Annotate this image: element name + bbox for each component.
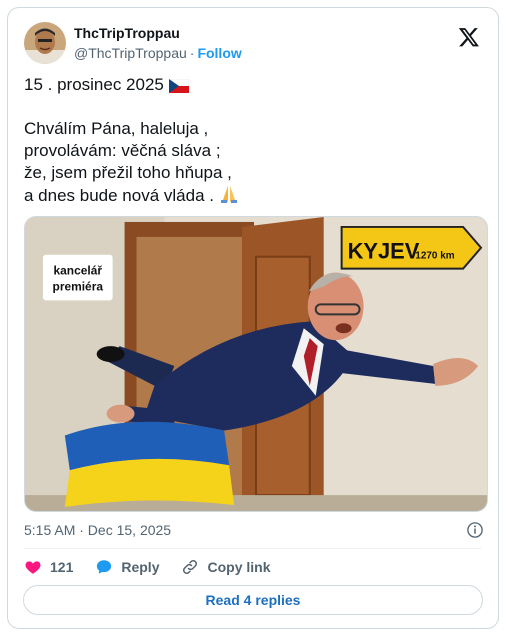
reply-bubble-icon xyxy=(97,560,112,574)
link-icon xyxy=(183,559,198,575)
user-handle[interactable]: @ThcTripTroppau xyxy=(74,45,187,61)
tweet-line-5: a dnes bude nová vláda . xyxy=(24,186,214,205)
read-replies-button[interactable]: Read 4 replies xyxy=(23,585,483,615)
tweet-header: ThcTripTroppau @ThcTripTroppau · Follow xyxy=(24,22,482,66)
copy-link-label: Copy link xyxy=(207,559,271,575)
tweet-card: ThcTripTroppau @ThcTripTroppau · Follow 15… xyxy=(7,7,499,629)
office-sign-line1: kancelář xyxy=(54,264,103,278)
author-names: ThcTripTroppau @ThcTripTroppau · Follow xyxy=(74,24,242,62)
tweet-text: 15 . prosinec 2025 Chválím Pána, haleluj… xyxy=(24,74,484,207)
tweet-image[interactable]: kancelář premiéra KYJEV 1270 km xyxy=(24,216,488,512)
tweet-timestamp[interactable]: 5:15 AM · Dec 15, 2025 xyxy=(24,520,171,540)
office-sign-line2: premiéra xyxy=(53,280,104,294)
tweet-line-3: provolávám: věčná sláva ; xyxy=(24,141,221,160)
separator-dot: · xyxy=(189,45,195,61)
handle-row: @ThcTripTroppau · Follow xyxy=(74,44,242,62)
reply-label: Reply xyxy=(121,559,160,575)
like-button[interactable]: 121 xyxy=(24,558,73,576)
x-logo-icon[interactable] xyxy=(458,26,480,48)
copy-link-button[interactable]: Copy link xyxy=(181,558,271,576)
tweet-date-line: 15 . prosinec 2025 xyxy=(24,75,164,94)
praying-hands-icon xyxy=(220,186,237,203)
divider xyxy=(24,548,482,549)
action-bar: 121 Reply Copy link xyxy=(24,556,293,578)
tweet-line-2: Chválím Pána, haleluja , xyxy=(24,119,209,138)
reply-button[interactable]: Reply xyxy=(95,558,159,576)
tweet-line-4: že, jsem přežil toho hňupa , xyxy=(24,163,232,182)
kyjev-sign-distance: 1270 km xyxy=(415,251,454,262)
display-name[interactable]: ThcTripTroppau xyxy=(74,24,242,42)
follow-button[interactable]: Follow xyxy=(197,45,241,61)
kyjev-sign-text: KYJEV xyxy=(348,239,420,264)
like-count: 121 xyxy=(50,559,74,575)
heart-icon xyxy=(25,561,41,574)
czech-flag-icon xyxy=(168,79,189,93)
avatar[interactable] xyxy=(24,22,66,64)
info-icon[interactable] xyxy=(466,521,484,539)
